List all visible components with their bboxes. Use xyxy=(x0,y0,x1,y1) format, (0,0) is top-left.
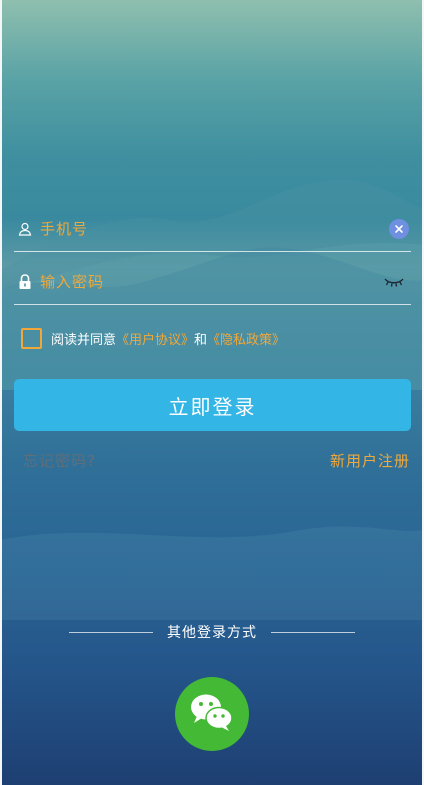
user-icon xyxy=(16,220,34,238)
phone-placeholder: 手机号 xyxy=(40,220,89,238)
privacy-policy-link[interactable]: 《隐私政策》 xyxy=(207,329,285,348)
divider-left xyxy=(69,631,153,633)
password-field[interactable]: 输入密码 xyxy=(14,259,411,305)
login-screen: 手机号 输入密码 阅读并同意 《用户协议》 和 《隐私政策》 立即登录 忘记密码… xyxy=(0,0,424,785)
agreement-checkbox[interactable] xyxy=(21,327,42,349)
cloud-haze xyxy=(0,526,424,620)
agreement-connector: 和 xyxy=(194,332,208,348)
login-button[interactable]: 立即登录 xyxy=(14,379,411,431)
agreement-row: 阅读并同意 《用户协议》 和 《隐私政策》 xyxy=(21,326,285,350)
password-placeholder: 输入密码 xyxy=(40,273,105,291)
agreement-prefix: 阅读并同意 xyxy=(51,332,117,348)
other-login-label: 其他登录方式 xyxy=(167,625,257,641)
wechat-login-button[interactable] xyxy=(175,677,249,751)
forgot-password-link[interactable]: 忘记密码? xyxy=(23,450,96,471)
eye-closed-icon[interactable] xyxy=(383,275,405,289)
clear-icon[interactable] xyxy=(389,218,409,239)
lock-icon xyxy=(16,273,34,291)
other-login-divider: 其他登录方式 xyxy=(0,622,424,642)
register-link[interactable]: 新用户注册 xyxy=(330,450,410,471)
phone-field[interactable]: 手机号 xyxy=(14,206,411,252)
wechat-icon xyxy=(189,692,235,736)
mountain-background-2 xyxy=(0,247,424,390)
user-agreement-link[interactable]: 《用户协议》 xyxy=(116,329,194,348)
divider-right xyxy=(271,631,355,633)
frame-edge-left xyxy=(0,0,2,785)
